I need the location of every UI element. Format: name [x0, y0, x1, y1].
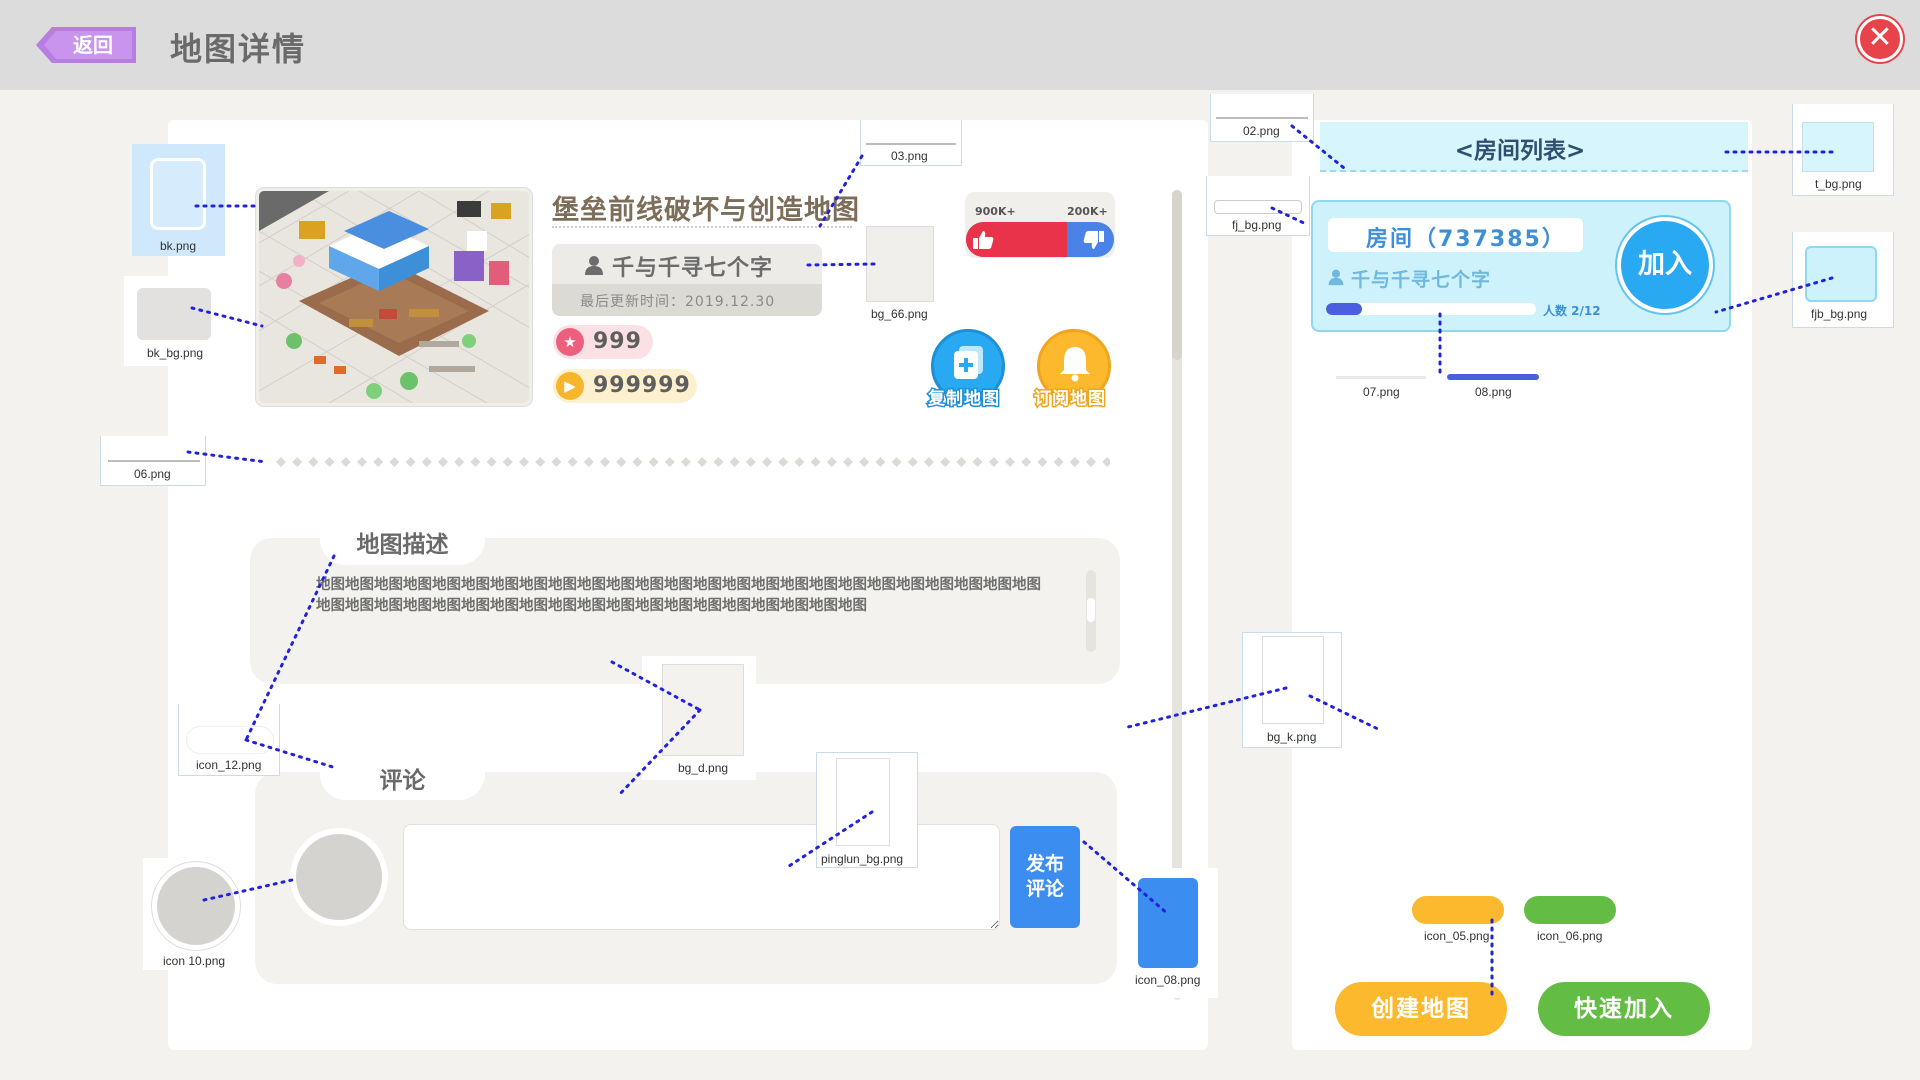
asset-label: bg_d.png	[678, 761, 729, 775]
asset-label: 02.png	[1243, 124, 1280, 138]
user-icon	[585, 256, 603, 275]
asset-label: 08.png	[1475, 385, 1512, 399]
play-icon: ▶	[556, 372, 584, 400]
asset-label: icon_12.png	[196, 758, 262, 772]
asset-label: fj_bg.png	[1232, 218, 1282, 232]
description-title: 地图描述	[356, 532, 449, 558]
detail-scrollbar-thumb[interactable]	[1172, 190, 1182, 360]
asset-label: 07.png	[1363, 385, 1400, 399]
map-name-underline	[552, 226, 852, 228]
description-text: 地图地图地图地图地图地图地图地图地图地图地图地图地图地图地图地图地图地图地图地图…	[316, 577, 1041, 614]
header-zigzag-edge	[0, 78, 1920, 90]
asset-label: bg_66.png	[871, 307, 928, 321]
comment-title: 评论	[379, 768, 426, 794]
asset-label: fjb_bg.png	[1811, 307, 1868, 321]
asset-label: icon 10.png	[163, 954, 226, 968]
user-icon	[1328, 269, 1344, 286]
dislike-count: 200K+	[1067, 205, 1108, 218]
room-capacity-bar	[1326, 303, 1536, 315]
room-list-header-line	[1320, 170, 1748, 172]
update-time: 最后更新时间：2019.12.30	[580, 294, 776, 310]
quick-join-button[interactable]: 快速加入	[1538, 982, 1710, 1036]
asset-label: t_bg.png	[1815, 177, 1862, 191]
room-player-count: 人数 2/12	[1543, 304, 1601, 318]
publish-comment-label: 发布评论	[1025, 853, 1064, 900]
author-name: 千与千寻七个字	[612, 256, 774, 281]
room-capacity-fill	[1326, 303, 1362, 315]
page-title: 地图详情	[170, 30, 307, 68]
room-owner: 千与千寻七个字	[1351, 269, 1492, 291]
star-icon: ★	[556, 328, 584, 356]
subscribe-map-label: 订阅地图	[1033, 388, 1107, 411]
asset-label: bk.png	[160, 239, 197, 253]
back-button[interactable]: 返回	[36, 25, 136, 65]
close-button[interactable]: ✕	[1857, 16, 1903, 62]
room-list-title: <房间列表>	[1454, 138, 1586, 164]
thumbs-up-icon[interactable]	[972, 230, 994, 250]
map-name: 堡垒前线破坏与创造地图	[552, 195, 860, 226]
bell-icon	[1060, 347, 1090, 382]
asset-label: 06.png	[134, 467, 171, 481]
room-name: 房间（737385）	[1366, 227, 1566, 252]
asset-label: bk_bg.png	[147, 346, 204, 360]
asset-label: icon_08.png	[1135, 973, 1201, 987]
like-count: 900K+	[975, 205, 1016, 218]
copy-icon	[954, 346, 983, 379]
close-icon: ✕	[1867, 20, 1893, 55]
map-thumbnail	[256, 188, 532, 406]
dotted-divider	[276, 457, 1110, 467]
asset-label: icon_05.png	[1424, 929, 1490, 943]
thumbs-down-icon[interactable]	[1083, 230, 1105, 250]
plays-count: 999999	[593, 373, 691, 398]
description-scrollbar-thumb[interactable]	[1087, 598, 1095, 622]
asset-label: 03.png	[891, 149, 928, 163]
create-map-button[interactable]: 创建地图	[1335, 982, 1507, 1036]
asset-label: bg_k.png	[1267, 730, 1317, 744]
asset-label: pinglun_bg.png	[821, 852, 904, 866]
join-room-button[interactable]: 加入	[1617, 217, 1713, 313]
copy-map-label: 复制地图	[927, 388, 1001, 411]
publish-comment-button[interactable]: 发布评论	[1010, 826, 1080, 928]
avatar	[290, 828, 388, 926]
asset-label: icon_06.png	[1537, 929, 1603, 943]
stars-count: 999	[593, 329, 642, 354]
